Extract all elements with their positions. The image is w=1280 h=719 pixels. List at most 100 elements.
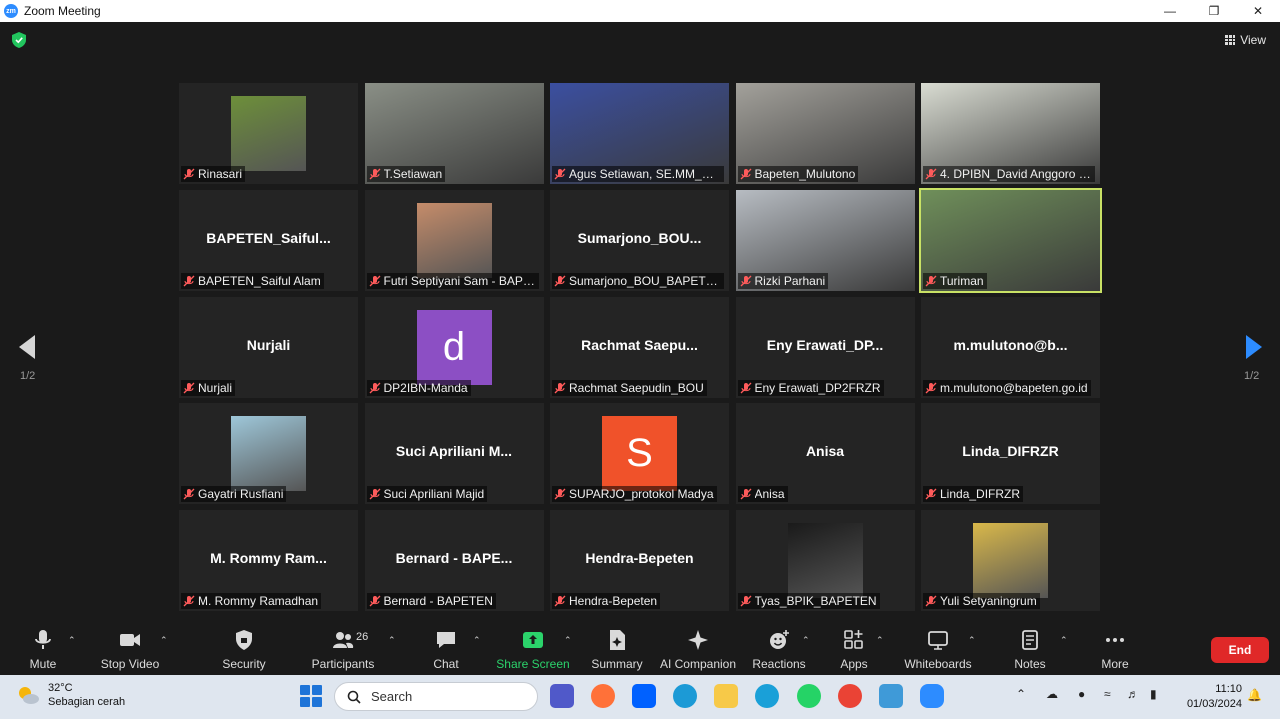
apps-options-caret[interactable]: ⌃ <box>876 635 884 646</box>
canva-icon[interactable] <box>755 684 779 708</box>
microphone-tray-icon[interactable]: ● <box>1078 687 1085 701</box>
notification-bell-icon[interactable]: 🔔 <box>1247 688 1262 702</box>
participant-tile[interactable]: Rinasari <box>179 83 358 184</box>
taskbar-search-box[interactable]: Search <box>334 682 538 711</box>
smiley-icon <box>770 630 789 649</box>
participant-tile[interactable]: Yuli Setyaningrum <box>921 510 1100 612</box>
participant-name-label: Linda_DIFRZR <box>923 486 1024 503</box>
participant-tile[interactable]: Anisa Anisa <box>735 403 915 505</box>
participant-tile[interactable]: Agus Setiawan, SE.MM_Bapeten <box>550 83 729 184</box>
participant-tile[interactable]: Turiman <box>919 187 1102 293</box>
notes-options-caret[interactable]: ⌃ <box>1060 635 1068 646</box>
zoom-taskbar-icon[interactable] <box>920 684 944 708</box>
taskbar-clock[interactable]: 11:10 01/03/2024 <box>1180 682 1242 712</box>
wifi-icon[interactable]: ≈ <box>1104 687 1111 701</box>
maps-app-icon[interactable] <box>879 684 903 708</box>
weather-widget[interactable]: 32°C Sebagian cerah <box>16 681 125 709</box>
encryption-shield-icon[interactable] <box>12 32 26 48</box>
participant-name: Bapeten_Mulutono <box>754 167 856 181</box>
participant-tile[interactable]: d DP2IBN-Manda <box>364 296 544 398</box>
participant-tile[interactable]: S SUPARJO_protokol Madya <box>550 403 729 505</box>
participant-tile[interactable]: m.mulutono@b... m.mulutono@bapeten.go.id <box>921 296 1100 398</box>
muted-mic-icon <box>554 168 566 180</box>
participant-tile[interactable]: Linda_DIFRZR Linda_DIFRZR <box>921 403 1100 505</box>
participant-tile[interactable]: Bernard - BAPE... Bernard - BAPETEN <box>364 510 544 612</box>
participant-avatar-photo <box>231 416 306 492</box>
edge-icon[interactable] <box>673 684 697 708</box>
participant-tile[interactable]: Rachmat Saepu... Rachmat Saepudin_BOU <box>550 296 729 398</box>
next-page-arrow-icon[interactable] <box>1244 334 1264 360</box>
minimize-button[interactable]: — <box>1148 0 1192 22</box>
muted-mic-icon <box>925 595 937 607</box>
summary-button[interactable]: Summary <box>572 629 662 671</box>
participant-tile[interactable]: Nurjali Nurjali <box>179 296 358 398</box>
participant-name: Hendra-Bepeten <box>569 594 658 609</box>
video-options-caret[interactable]: ⌃ <box>160 635 168 646</box>
whatsapp-icon[interactable] <box>797 684 821 708</box>
muted-mic-icon <box>369 488 380 500</box>
participant-tile[interactable]: Hendra-Bepeten Hendra-Bepeten <box>550 510 729 612</box>
participant-tile[interactable]: Tyas_BPIK_BAPETEN <box>735 510 915 612</box>
more-dots-icon <box>1106 638 1124 642</box>
participant-tile[interactable]: Sumarjono_BOU... Sumarjono_BOU_BAPETEN <box>550 189 729 291</box>
previous-page-arrow-icon[interactable] <box>17 334 37 360</box>
view-button[interactable]: View <box>1225 33 1266 47</box>
weather-condition: Sebagian cerah <box>48 696 126 708</box>
participant-name: Linda_DIFRZR <box>940 487 1021 502</box>
participant-tile[interactable]: T.Setiawan <box>364 83 544 184</box>
close-window-button[interactable]: ✕ <box>1236 0 1280 22</box>
participant-tile[interactable]: Bapeten_Mulutono <box>735 83 915 184</box>
file-explorer-icon[interactable] <box>714 684 738 708</box>
chat-options-caret[interactable]: ⌃ <box>473 635 481 646</box>
participant-tile[interactable]: Suci Apriliani M... Suci Apriliani Majid <box>364 403 544 505</box>
participant-name-label: m.mulutono@bapeten.go.id <box>923 379 1091 396</box>
ai-companion-button[interactable]: AI Companion <box>653 629 743 671</box>
participant-tile[interactable]: Rizki Parhani <box>735 189 915 291</box>
muted-mic-icon <box>183 275 195 287</box>
muted-mic-icon <box>740 275 751 287</box>
share-options-caret[interactable]: ⌃ <box>564 635 572 646</box>
participants-button[interactable]: 26 Participants <box>298 629 388 671</box>
windows-start-icon[interactable] <box>300 685 322 707</box>
window-title-bar: zm Zoom Meeting — ❐ ✕ <box>0 0 1280 22</box>
participant-name-label: SUPARJO_protokol Madya <box>552 486 717 503</box>
volume-icon[interactable]: ♬ <box>1127 687 1139 701</box>
maximize-button[interactable]: ❐ <box>1192 0 1236 22</box>
show-hidden-icons-caret[interactable]: ⌃ <box>1016 687 1026 701</box>
participant-name: Turiman <box>940 273 984 288</box>
firefox-icon[interactable] <box>591 684 615 708</box>
participant-name: Rinasari <box>198 167 243 181</box>
participants-options-caret[interactable]: ⌃ <box>388 635 396 646</box>
muted-mic-icon <box>369 595 380 607</box>
participant-tile[interactable]: Gayatri Rusfiani <box>179 403 358 505</box>
participant-tile[interactable]: BAPETEN_Saiful... BAPETEN_Saiful Alam <box>179 189 358 291</box>
participant-display-name: Suci Apriliani M... <box>395 443 513 460</box>
end-meeting-button[interactable]: End <box>1211 637 1269 663</box>
audio-options-caret[interactable]: ⌃ <box>68 635 76 646</box>
participant-name-label: Rachmat Saepudin_BOU <box>552 379 707 396</box>
windows-taskbar: 32°C Sebagian cerah Search ⌃ ☁ ● ≈ ♬ ▮ 1… <box>0 675 1280 719</box>
more-button[interactable]: More <box>1070 629 1160 671</box>
security-shield-icon <box>236 630 252 650</box>
muted-mic-icon <box>925 488 937 500</box>
participant-name: SUPARJO_protokol Madya <box>569 487 714 502</box>
participant-tile[interactable]: M. Rommy Ram... M. Rommy Ramadhan <box>179 510 358 612</box>
battery-icon[interactable]: ▮ <box>1150 687 1157 701</box>
whiteboards-options-caret[interactable]: ⌃ <box>968 635 976 646</box>
security-button[interactable]: Security <box>199 629 289 671</box>
participant-tile[interactable]: 4. DPIBN_David Anggoro P... <box>921 83 1100 184</box>
participant-name: DP2IBN-Manda <box>383 380 468 395</box>
muted-mic-icon <box>554 488 566 500</box>
muted-mic-icon <box>183 488 195 500</box>
chrome-icon[interactable] <box>838 684 862 708</box>
onedrive-icon[interactable]: ☁ <box>1046 687 1058 701</box>
dropbox-icon[interactable] <box>632 684 656 708</box>
participant-display-name: BAPETEN_Saiful... <box>206 229 331 246</box>
apps-button[interactable]: Apps <box>809 629 899 671</box>
participant-tile[interactable]: Futri Septiyani Sam - BAPE... <box>364 189 544 291</box>
window-title: Zoom Meeting <box>24 4 101 18</box>
teams-icon[interactable] <box>550 684 574 708</box>
video-camera-icon <box>120 634 140 646</box>
participants-count: 26 <box>356 631 369 643</box>
participant-tile[interactable]: Eny Erawati_DP... Eny Erawati_DP2FRZR <box>735 296 915 398</box>
